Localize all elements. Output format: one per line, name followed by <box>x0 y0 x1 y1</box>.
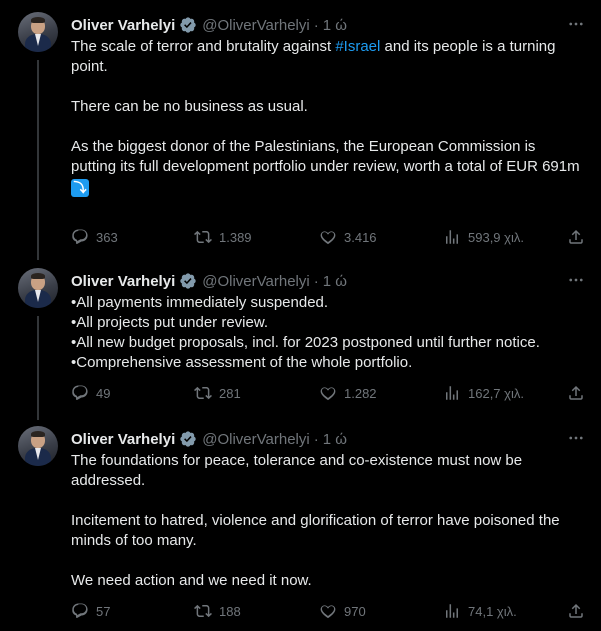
timestamp[interactable]: 1 ώ <box>323 431 347 448</box>
author-name[interactable]: Oliver Varhelyi <box>71 17 175 34</box>
tweet-header: Oliver Varhelyi @OliverVarhelyi · 1 ώ <box>71 428 586 450</box>
tweet[interactable]: Oliver Varhelyi @OliverVarhelyi · 1 ώ Th… <box>0 12 601 252</box>
like-count: 3.416 <box>344 229 377 245</box>
author-handle[interactable]: @OliverVarhelyi <box>202 431 309 448</box>
like-count: 1.282 <box>344 385 377 401</box>
like-button[interactable]: 1.282 <box>319 382 377 404</box>
reply-button[interactable]: 57 <box>71 600 110 622</box>
retweet-count: 188 <box>219 603 241 619</box>
views-icon <box>446 604 458 618</box>
text-line: •All payments immediately suspended. <box>71 294 329 311</box>
reply-count: 49 <box>96 385 111 401</box>
reply-count: 57 <box>96 603 111 619</box>
author-handle[interactable]: @OliverVarhelyi <box>202 17 309 34</box>
views-button[interactable]: 593,9 χιλ. <box>443 226 524 248</box>
text-paragraph: Incitement to hatred, violence and glori… <box>71 512 560 549</box>
hashtag-link[interactable]: #Israel <box>335 38 380 55</box>
retweet-icon <box>194 386 212 400</box>
text-paragraph: We need action and we need it now. <box>71 572 312 589</box>
avatar[interactable] <box>18 12 58 52</box>
views-count: 593,9 χιλ. <box>468 229 524 245</box>
like-count: 970 <box>344 603 366 619</box>
like-icon <box>320 387 336 401</box>
author-name[interactable]: Oliver Varhelyi <box>71 273 175 290</box>
retweet-icon <box>194 604 212 618</box>
text-paragraph: As the biggest donor of the Palestinians… <box>71 138 580 175</box>
timestamp[interactable]: 1 ώ <box>323 273 347 290</box>
author-name[interactable]: Oliver Varhelyi <box>71 431 175 448</box>
views-button[interactable]: 74,1 χιλ. <box>443 600 517 622</box>
separator-dot: · <box>313 272 319 290</box>
share-icon <box>569 603 583 618</box>
share-icon <box>569 229 583 244</box>
retweet-button[interactable]: 281 <box>194 382 241 404</box>
views-count: 74,1 χιλ. <box>468 603 517 619</box>
reply-button[interactable]: 49 <box>71 382 110 404</box>
share-button[interactable] <box>567 226 585 248</box>
retweet-count: 281 <box>219 385 241 401</box>
text-line: •All new budget proposals, incl. for 202… <box>71 334 540 351</box>
retweet-button[interactable]: 1.389 <box>194 226 252 248</box>
like-icon <box>320 231 336 245</box>
tweet-header: Oliver Varhelyi @OliverVarhelyi · 1 ώ <box>71 14 586 36</box>
views-icon <box>446 386 458 400</box>
more-icon[interactable] <box>566 428 586 448</box>
tweet-text: The foundations for peace, tolerance and… <box>71 451 581 591</box>
text-line: •Comprehensive assessment of the whole p… <box>71 354 413 371</box>
reply-icon <box>72 229 88 244</box>
retweet-button[interactable]: 188 <box>194 600 241 622</box>
separator-dot: · <box>313 430 319 448</box>
like-button[interactable]: 970 <box>319 600 366 622</box>
share-button[interactable] <box>567 600 585 622</box>
retweet-icon <box>194 230 212 244</box>
verified-badge-icon <box>179 272 197 290</box>
reply-icon <box>72 603 88 618</box>
tweet-actions: 49 281 1.282 162,7 χιλ. <box>71 382 586 404</box>
share-button[interactable] <box>567 382 585 404</box>
like-button[interactable]: 3.416 <box>319 226 377 248</box>
text-segment: The scale of terror and brutality agains… <box>71 38 336 55</box>
share-icon <box>569 385 583 400</box>
reply-count: 363 <box>96 229 118 245</box>
views-button[interactable]: 162,7 χιλ. <box>443 382 524 404</box>
tweet[interactable]: Oliver Varhelyi @OliverVarhelyi · 1 ώ Th… <box>0 426 601 626</box>
more-icon[interactable] <box>566 270 586 290</box>
text-paragraph: There can be no business as usual. <box>71 98 308 115</box>
separator-dot: · <box>313 16 319 34</box>
text-paragraph: The foundations for peace, tolerance and… <box>71 452 523 489</box>
verified-badge-icon <box>179 430 197 448</box>
avatar[interactable] <box>18 268 58 308</box>
avatar[interactable] <box>18 426 58 466</box>
timestamp[interactable]: 1 ώ <box>323 17 347 34</box>
text-line: •All projects put under review. <box>71 314 269 331</box>
retweet-count: 1.389 <box>219 229 252 245</box>
tweet-text: The scale of terror and brutality agains… <box>71 37 581 198</box>
tweet-actions: 363 1.389 3.416 593,9 χιλ. <box>71 226 586 248</box>
more-icon[interactable] <box>566 14 586 34</box>
tweet-text: •All payments immediately suspended. •Al… <box>71 293 581 373</box>
verified-badge-icon <box>179 16 197 34</box>
tweet[interactable]: Oliver Varhelyi @OliverVarhelyi · 1 ώ •A… <box>0 268 601 408</box>
reply-button[interactable]: 363 <box>71 226 118 248</box>
views-icon <box>446 230 458 244</box>
views-count: 162,7 χιλ. <box>468 385 524 401</box>
like-icon <box>320 605 336 619</box>
author-handle[interactable]: @OliverVarhelyi <box>202 273 309 290</box>
reply-icon <box>72 385 88 400</box>
tweet-header: Oliver Varhelyi @OliverVarhelyi · 1 ώ <box>71 270 586 292</box>
tweet-actions: 57 188 970 74,1 χιλ. <box>71 600 586 622</box>
arrow-down-emoji-icon: ⤵ <box>71 179 89 197</box>
